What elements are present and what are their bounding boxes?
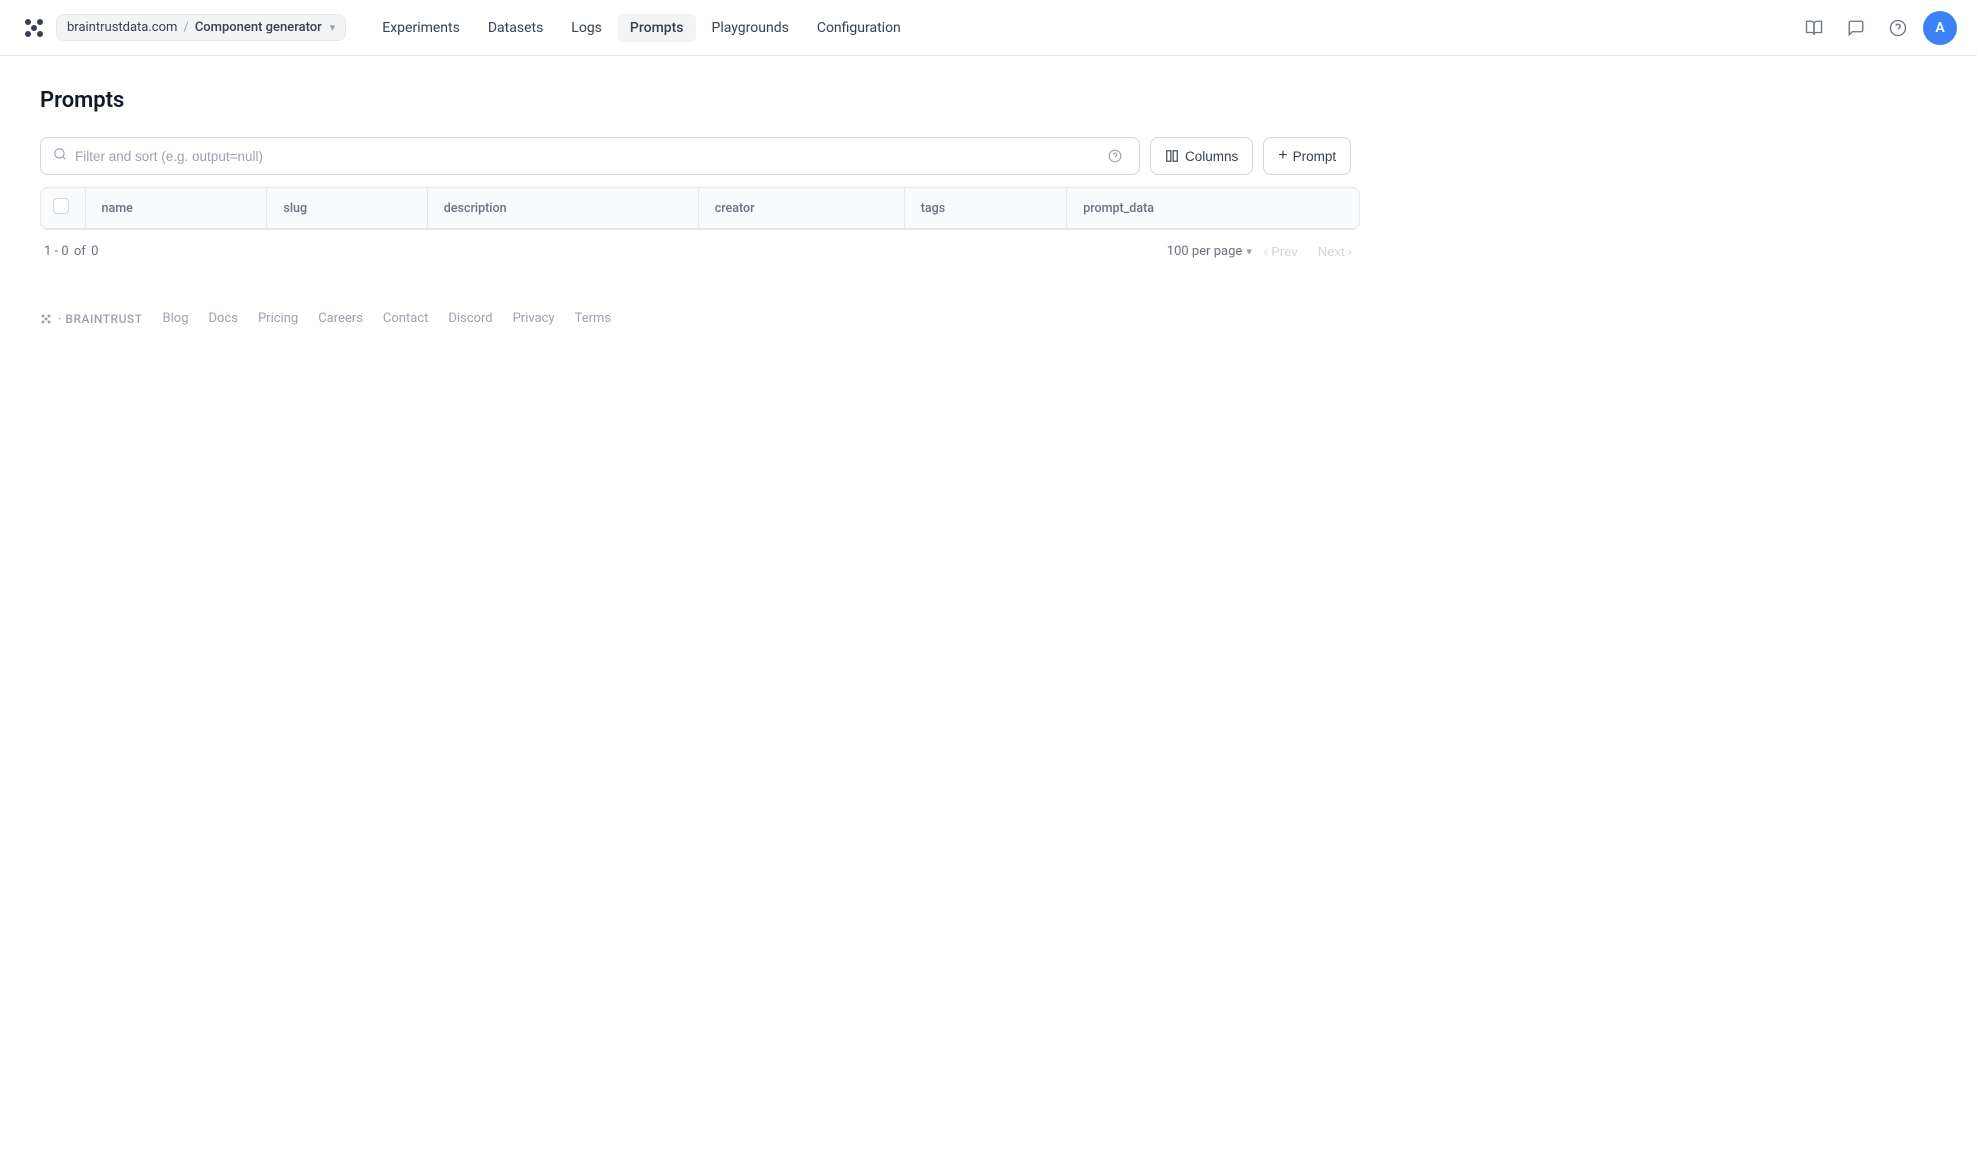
breadcrumb[interactable]: braintrustdata.com / Component generator… — [56, 14, 346, 41]
prompts-table: name slug description creator tags promp… — [41, 188, 1359, 229]
footer: · BRAINTRUST Blog Docs Pricing Careers C… — [40, 295, 1360, 342]
footer-logo-icon — [40, 313, 52, 325]
columns-button[interactable]: Columns — [1150, 137, 1253, 175]
prev-chevron-icon: ‹ — [1264, 244, 1268, 259]
footer-brand-name: · BRAINTRUST — [58, 312, 143, 326]
nav-item-datasets[interactable]: Datasets — [476, 14, 555, 42]
breadcrumb-separator: / — [183, 20, 188, 35]
logo[interactable] — [20, 14, 48, 42]
footer-link-terms[interactable]: Terms — [575, 311, 612, 326]
per-page-chevron-icon: ▾ — [1246, 245, 1252, 258]
next-label: Next — [1318, 244, 1345, 259]
search-container — [40, 137, 1140, 175]
navbar: braintrustdata.com / Component generator… — [0, 0, 1977, 56]
footer-link-careers[interactable]: Careers — [318, 311, 363, 326]
chat-icon — [1847, 19, 1865, 37]
next-chevron-icon: › — [1348, 244, 1352, 259]
col-description[interactable]: description — [427, 188, 698, 229]
nav-item-logs[interactable]: Logs — [559, 14, 614, 42]
nav-item-playgrounds[interactable]: Playgrounds — [700, 14, 801, 42]
footer-link-contact[interactable]: Contact — [383, 311, 428, 326]
footer-link-blog[interactable]: Blog — [163, 311, 189, 326]
book-icon-button[interactable] — [1797, 11, 1831, 45]
pagination-controls: 100 per page ▾ ‹ Prev Next › — [1167, 240, 1360, 263]
footer-logo: · BRAINTRUST — [40, 312, 143, 326]
footer-link-discord[interactable]: Discord — [448, 311, 492, 326]
footer-link-docs[interactable]: Docs — [209, 311, 238, 326]
pagination-range: 1 - 0 of 0 — [44, 244, 98, 259]
nav-item-experiments[interactable]: Experiments — [370, 14, 472, 42]
table-header-row: name slug description creator tags promp… — [41, 188, 1359, 229]
navbar-nav: Experiments Datasets Logs Prompts Playgr… — [370, 14, 1797, 42]
col-slug[interactable]: slug — [267, 188, 427, 229]
footer-link-pricing[interactable]: Pricing — [258, 311, 298, 326]
breadcrumb-project: Component generator — [195, 20, 322, 35]
columns-icon — [1165, 149, 1179, 163]
per-page-selector[interactable]: 100 per page ▾ — [1167, 244, 1252, 259]
pagination-total: 0 — [91, 244, 98, 259]
select-all-checkbox[interactable] — [53, 198, 69, 214]
add-prompt-button[interactable]: + Prompt — [1263, 137, 1351, 175]
book-icon — [1805, 19, 1823, 37]
main-content: Prompts Colum — [0, 56, 1400, 374]
pagination-row: 1 - 0 of 0 100 per page ▾ ‹ Prev Next › — [40, 230, 1360, 263]
select-all-column — [41, 188, 85, 229]
help-circle-icon — [1889, 19, 1907, 37]
per-page-label: 100 per page — [1167, 244, 1243, 259]
search-input[interactable] — [75, 149, 1099, 164]
braintrust-logo-icon — [20, 14, 48, 42]
breadcrumb-org: braintrustdata.com — [67, 20, 177, 35]
col-creator[interactable]: creator — [698, 188, 904, 229]
prev-page-button[interactable]: ‹ Prev — [1256, 240, 1306, 263]
nav-item-prompts[interactable]: Prompts — [618, 14, 696, 42]
pagination-range-text: 1 - 0 — [44, 244, 69, 259]
add-prompt-label: Prompt — [1293, 149, 1337, 164]
col-tags[interactable]: tags — [904, 188, 1067, 229]
nav-item-configuration[interactable]: Configuration — [805, 14, 913, 42]
toolbar: Columns + Prompt — [40, 137, 1360, 175]
col-name[interactable]: name — [85, 188, 267, 229]
prev-label: Prev — [1271, 244, 1298, 259]
chat-icon-button[interactable] — [1839, 11, 1873, 45]
search-icon — [53, 147, 67, 165]
add-prompt-plus-icon: + — [1278, 148, 1287, 164]
page-title: Prompts — [40, 88, 1360, 113]
breadcrumb-chevron-icon: ▾ — [330, 21, 336, 34]
footer-link-privacy[interactable]: Privacy — [513, 311, 555, 326]
filter-help-icon[interactable] — [1103, 144, 1127, 168]
col-prompt-data[interactable]: prompt_data — [1067, 188, 1359, 229]
table-container: name slug description creator tags promp… — [40, 187, 1360, 230]
navbar-actions: A — [1797, 11, 1957, 45]
next-page-button[interactable]: Next › — [1310, 240, 1360, 263]
columns-label: Columns — [1185, 149, 1238, 164]
help-icon-button[interactable] — [1881, 11, 1915, 45]
pagination-of: of — [74, 244, 86, 259]
avatar[interactable]: A — [1923, 11, 1957, 45]
